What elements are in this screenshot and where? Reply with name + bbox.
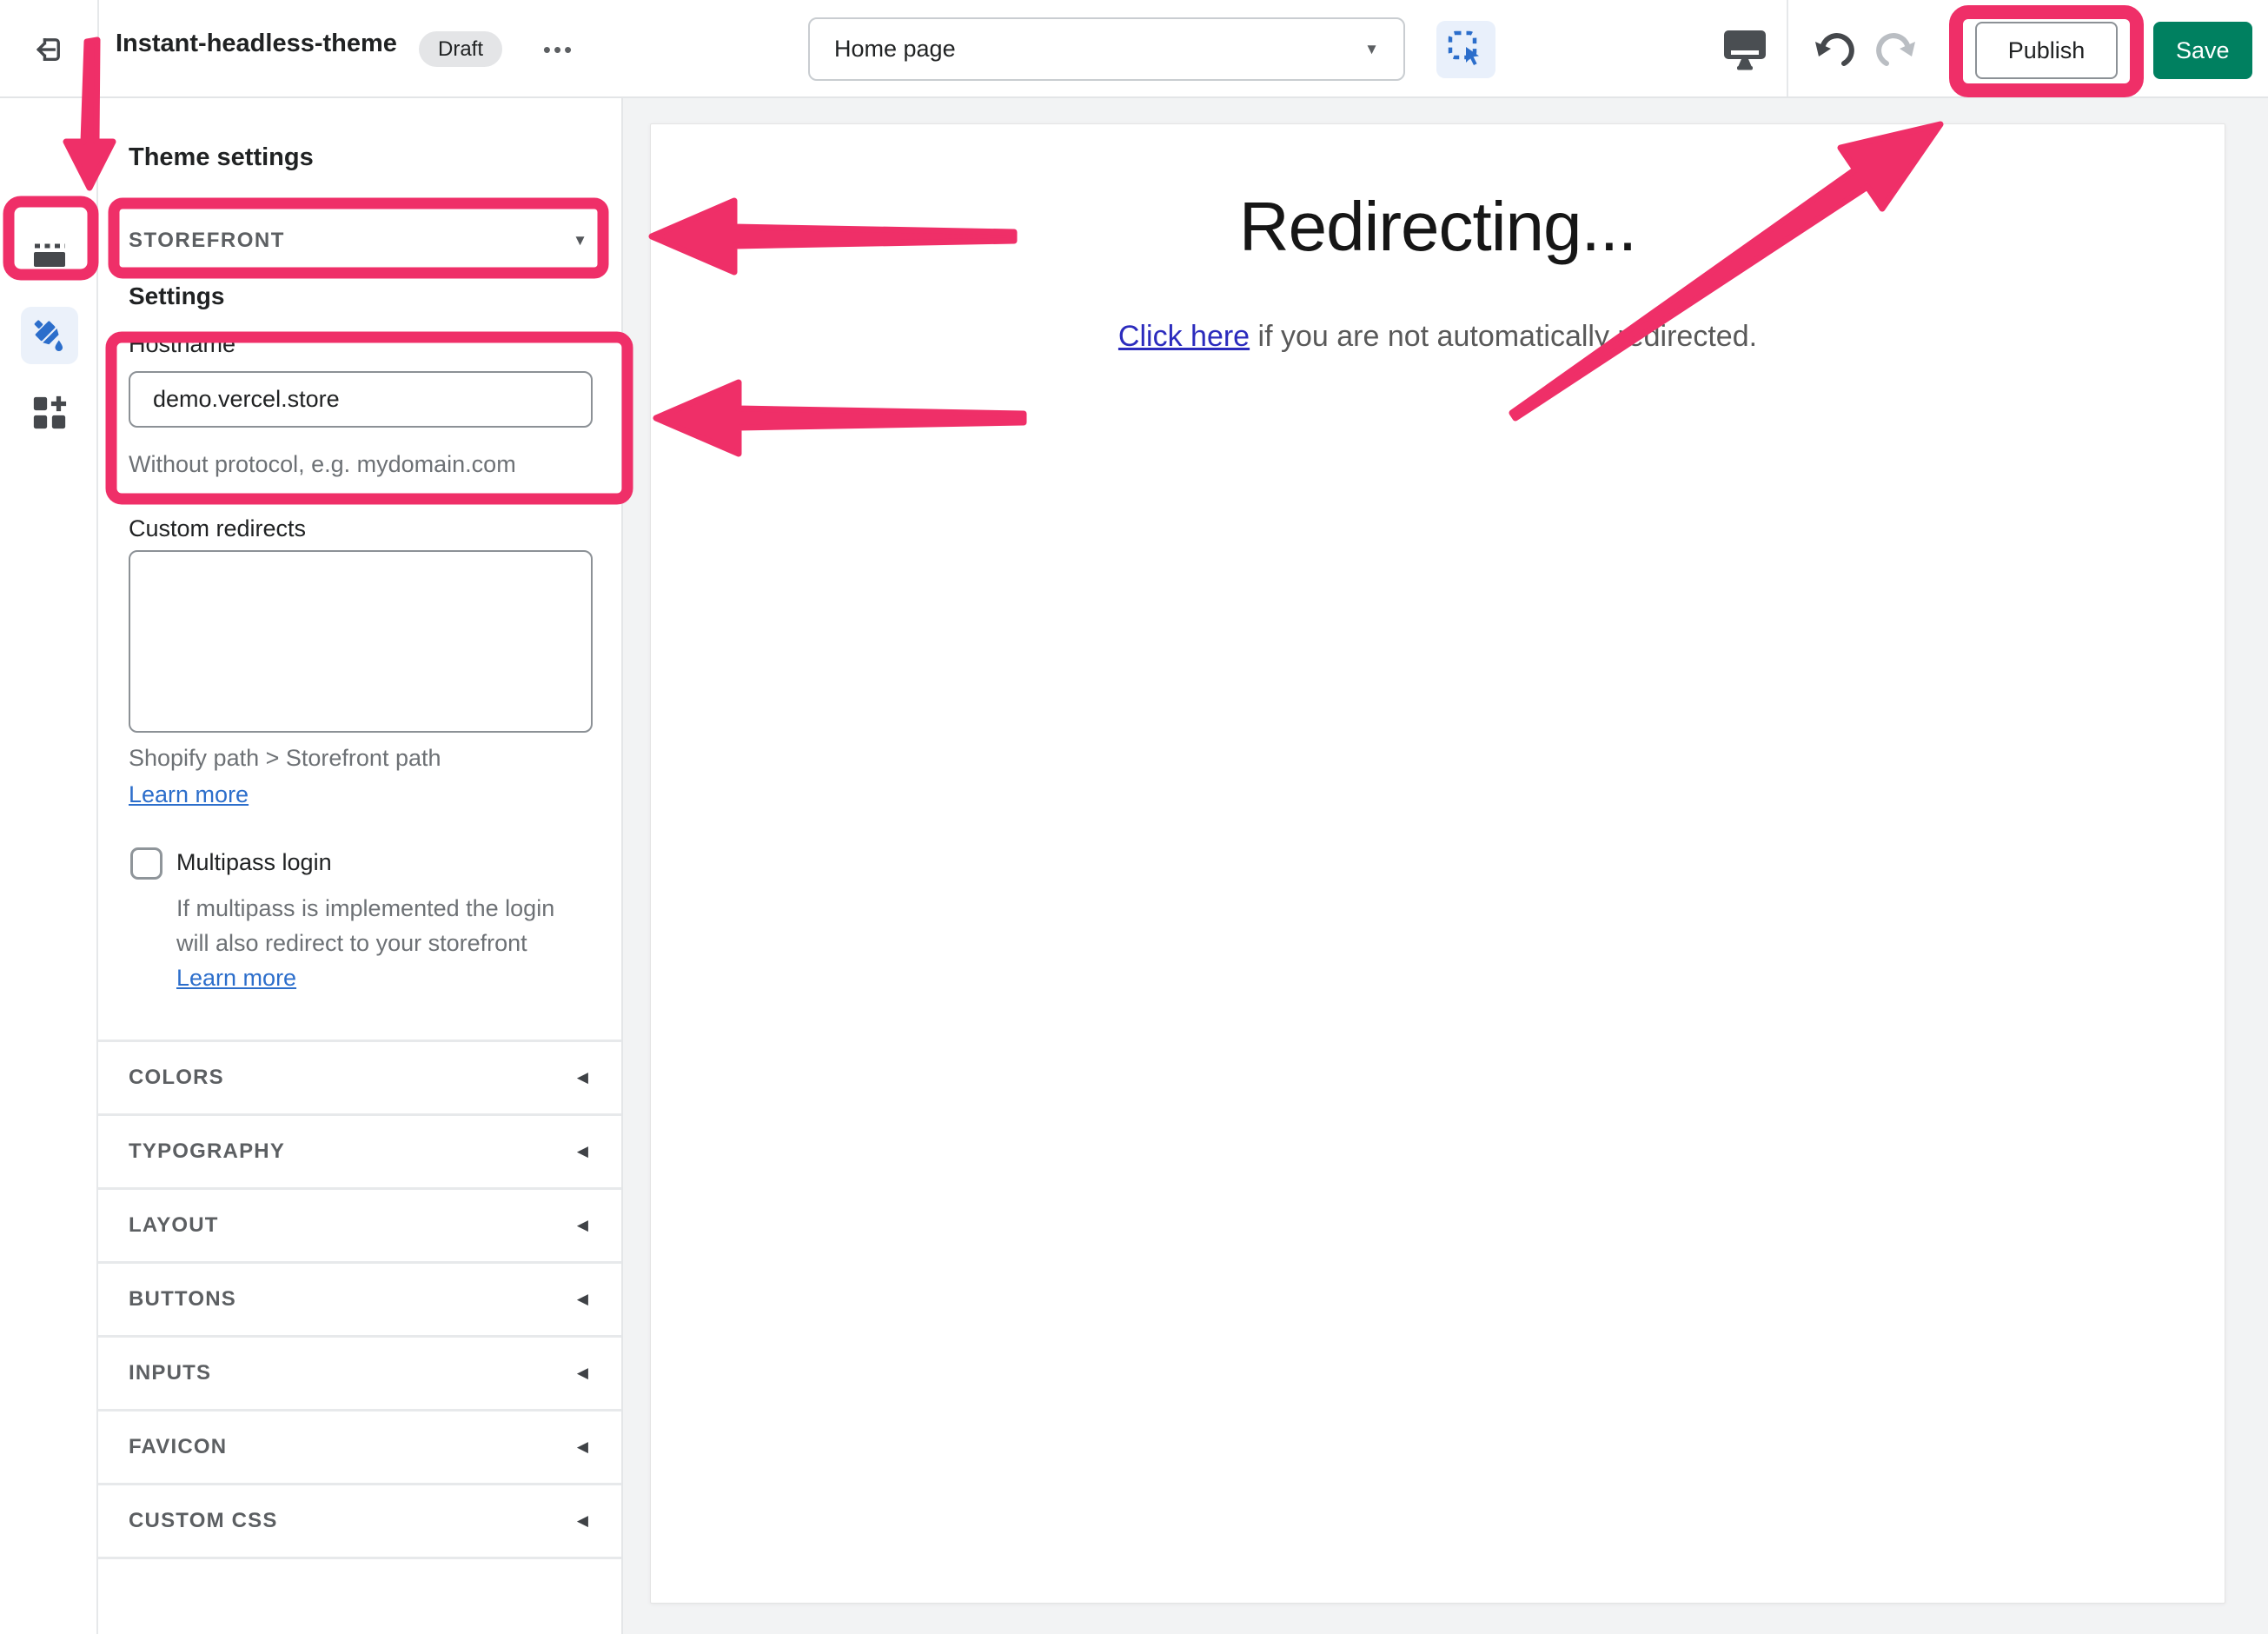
- overflow-menu-button[interactable]: •••: [528, 30, 589, 70]
- selection-cursor-icon: [1447, 30, 1485, 70]
- collapsed-caret-icon: ◀: [576, 1365, 588, 1381]
- preview-canvas: Redirecting... Click here if you are not…: [623, 98, 2268, 1634]
- accordion-label: BUTTONS: [129, 1287, 236, 1311]
- collapsed-caret-icon: ◀: [576, 1143, 588, 1159]
- collapsed-caret-icon: ◀: [576, 1217, 588, 1233]
- chevron-down-icon: ▼: [1364, 40, 1379, 57]
- multipass-learn-more-link[interactable]: Learn more: [176, 965, 296, 991]
- accordion-label: FAVICON: [129, 1435, 228, 1458]
- hostname-label: Hostname: [129, 331, 236, 357]
- theme-title: Instant-headless-theme: [116, 30, 397, 57]
- topbar-rail-divider: [97, 0, 99, 96]
- apps-plus-icon: [31, 395, 68, 434]
- inspect-mode-button[interactable]: [1436, 21, 1495, 78]
- multipass-description-text: If multipass is implemented the login wi…: [176, 895, 555, 956]
- storefront-accordion-label: STOREFRONT: [129, 229, 285, 252]
- page-selector[interactable]: Home page ▼: [808, 17, 1405, 81]
- publish-button[interactable]: Publish: [1975, 22, 2118, 79]
- redirecting-heading: Redirecting...: [1238, 188, 1637, 265]
- theme-settings-tab[interactable]: [0, 305, 98, 366]
- accordion-section-favicon[interactable]: FAVICON ◀: [98, 1409, 621, 1483]
- topbar: Instant-headless-theme Draft ••• Home pa…: [0, 0, 2268, 98]
- icon-rail: [0, 98, 98, 1634]
- storefront-accordion-header[interactable]: STOREFRONT ▼: [98, 206, 621, 276]
- custom-redirects-label: Custom redirects: [129, 515, 307, 541]
- accordion-section-buttons[interactable]: BUTTONS ◀: [98, 1261, 621, 1335]
- custom-redirects-helper-text: Shopify path > Storefront path: [129, 745, 441, 771]
- sections-icon: [30, 241, 69, 282]
- theme-settings-sidebar: Theme settings STOREFRONT ▼ Settings Hos…: [98, 98, 623, 1634]
- collapsed-caret-icon: ◀: [576, 1438, 588, 1455]
- settings-subheading: Settings: [129, 282, 225, 309]
- redirect-message: Click here if you are not automatically …: [651, 320, 2225, 354]
- redirect-message-text: if you are not automatically redirected.: [1250, 320, 1758, 353]
- redo-button[interactable]: [1875, 28, 1919, 71]
- collapsed-caret-icon: ◀: [576, 1069, 588, 1086]
- storefront-expanded-caret-icon: ▼: [573, 232, 587, 249]
- multipass-checkbox[interactable]: [130, 847, 162, 880]
- collapsed-caret-icon: ◀: [576, 1291, 588, 1307]
- redo-icon: [1875, 33, 1919, 74]
- exit-icon: [33, 38, 64, 68]
- paintbrush-icon: [30, 315, 70, 357]
- monitor-icon: [1720, 30, 1770, 76]
- multipass-label: Multipass login: [176, 849, 332, 875]
- click-here-link[interactable]: Click here: [1118, 320, 1250, 353]
- page-selector-value: Home page: [834, 36, 956, 62]
- sections-tab[interactable]: [0, 229, 98, 293]
- apps-tab[interactable]: [0, 382, 98, 446]
- collapsed-sections-accordion: COLORS ◀ TYPOGRAPHY ◀ LAYOUT ◀ BUTTONS ◀…: [98, 1040, 621, 1559]
- hostname-helper-text: Without protocol, e.g. mydomain.com: [129, 451, 516, 477]
- undo-button[interactable]: [1812, 28, 1855, 71]
- accordion-section-typography[interactable]: TYPOGRAPHY ◀: [98, 1113, 621, 1187]
- accordion-section-layout[interactable]: LAYOUT ◀: [98, 1187, 621, 1261]
- theme-settings-active-pill: [20, 307, 78, 364]
- accordion-label: CUSTOM CSS: [129, 1509, 278, 1532]
- multipass-description: If multipass is implemented the login wi…: [176, 891, 592, 995]
- device-preview-button[interactable]: [1719, 24, 1771, 75]
- accordion-section-inputs[interactable]: INPUTS ◀: [98, 1335, 621, 1409]
- accordion-label: COLORS: [129, 1066, 224, 1089]
- sidebar-title: Theme settings: [129, 143, 314, 171]
- theme-editor-app: Instant-headless-theme Draft ••• Home pa…: [0, 0, 2268, 1634]
- status-badge: Draft: [419, 31, 503, 67]
- collapsed-caret-icon: ◀: [576, 1512, 588, 1529]
- accordion-label: LAYOUT: [129, 1213, 219, 1237]
- exit-editor-button[interactable]: [33, 34, 64, 65]
- storefront-preview-panel: Redirecting... Click here if you are not…: [650, 123, 2225, 1604]
- accordion-end-divider: [98, 1557, 621, 1559]
- accordion-label: INPUTS: [129, 1361, 212, 1385]
- save-button[interactable]: Save: [2153, 22, 2252, 79]
- hostname-input[interactable]: [129, 371, 593, 428]
- topbar-divider: [1787, 0, 1788, 96]
- accordion-label: TYPOGRAPHY: [129, 1139, 286, 1163]
- custom-redirects-learn-more-link[interactable]: Learn more: [129, 781, 249, 808]
- accordion-section-colors[interactable]: COLORS ◀: [98, 1040, 621, 1113]
- accordion-section-custom-css[interactable]: CUSTOM CSS ◀: [98, 1483, 621, 1557]
- custom-redirects-textarea[interactable]: [129, 550, 593, 733]
- undo-icon: [1812, 33, 1855, 74]
